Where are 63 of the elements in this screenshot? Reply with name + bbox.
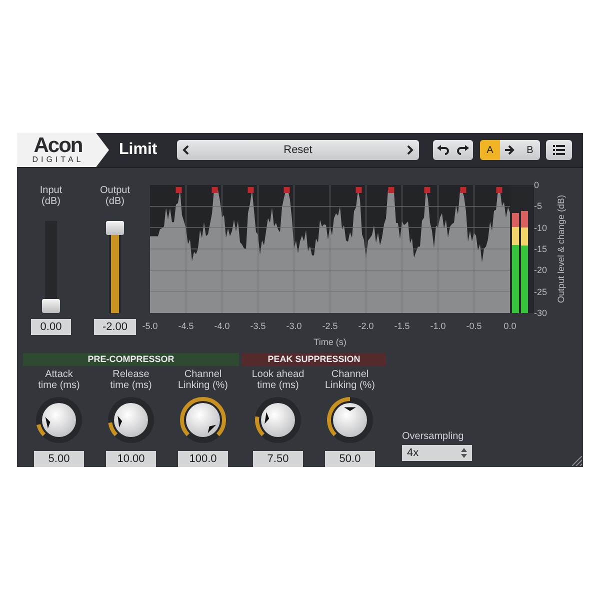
knob[interactable]	[34, 395, 84, 445]
knob[interactable]	[178, 395, 228, 445]
axis-tick-label: -2.5	[321, 321, 339, 331]
axis-tick-label: 0	[534, 179, 540, 191]
value-field[interactable]: -2.00	[94, 319, 136, 335]
value-field[interactable]: 10.00	[106, 451, 156, 467]
section-header: PRE-COMPRESSOR	[23, 353, 239, 366]
axis-tick-label: -0.5	[465, 321, 483, 331]
ab-button[interactable]: A	[480, 140, 500, 160]
knob-label: Attack time (ms)	[38, 369, 80, 393]
knob-label: Release time (ms)	[110, 369, 152, 393]
undo-button[interactable]	[433, 140, 453, 160]
knob[interactable]	[325, 395, 375, 445]
logo-subtitle: DIGITAL	[32, 155, 84, 164]
axis-tick-label: -2.0	[357, 321, 375, 331]
field-label: Oversampling	[402, 431, 465, 442]
logo-wordmark: Acon	[34, 136, 82, 155]
undo-icon	[437, 145, 449, 155]
axis-title: Output level & change (dB)	[556, 194, 566, 306]
axis-tick-label: 0.0	[502, 321, 518, 331]
knob-label: Channel Linking (%)	[178, 369, 228, 393]
fader[interactable]	[42, 221, 60, 313]
fader-label: Output (dB)	[100, 185, 130, 209]
redo-button[interactable]	[453, 140, 473, 160]
redo-icon	[457, 145, 469, 155]
axis-tick-label: -5	[534, 200, 544, 212]
axis-tick-label: -3.5	[249, 321, 267, 331]
value-field[interactable]: 100.0	[178, 451, 228, 467]
axis-tick-label: -20	[534, 264, 548, 276]
preset-name: Reset	[282, 144, 314, 156]
axis-title: Time (s)	[312, 337, 348, 347]
fader-label: Input (dB)	[40, 185, 62, 209]
knob[interactable]	[106, 395, 156, 445]
knob-label: Channel Linking (%)	[324, 369, 376, 393]
plugin-title: Limit	[119, 141, 158, 159]
section-header: PEAK SUPPRESSION	[242, 353, 386, 366]
preset-bar[interactable]: Reset	[177, 140, 419, 160]
next-icon[interactable]	[406, 145, 414, 155]
axis-tick-label: -30	[534, 306, 548, 319]
value-field[interactable]: 50.0	[325, 451, 375, 467]
knob[interactable]	[253, 395, 303, 445]
axis-tick-label: -1.0	[429, 321, 447, 331]
axis-tick-label: -1.5	[393, 321, 411, 331]
menu-icon	[553, 145, 565, 155]
fader[interactable]	[106, 221, 124, 313]
axis-tick-label: -4.5	[177, 321, 195, 331]
value-field[interactable]: 5.00	[34, 451, 84, 467]
axis-tick-label: -10	[534, 222, 548, 234]
axis-tick-label: -4.0	[213, 321, 231, 331]
previous-icon[interactable]	[182, 145, 190, 155]
oversampling-dropdown[interactable]: 4x	[402, 445, 472, 461]
ab-button[interactable]: B	[520, 140, 540, 160]
axis-tick-label: -15	[534, 242, 548, 255]
value-field[interactable]: 7.50	[253, 451, 303, 467]
menu-button[interactable]	[546, 140, 572, 160]
axis-tick-label: -25	[534, 286, 548, 298]
knob-label: Look ahead time (ms)	[252, 369, 304, 393]
axis-tick-label: -5.0	[141, 321, 159, 331]
value-field[interactable]: 0.00	[31, 319, 71, 335]
resize-grip-icon[interactable]	[572, 456, 582, 466]
copy-arrow-icon[interactable]	[505, 145, 515, 155]
axis-tick-label: -3.0	[285, 321, 303, 331]
spinner-icon	[461, 448, 467, 458]
